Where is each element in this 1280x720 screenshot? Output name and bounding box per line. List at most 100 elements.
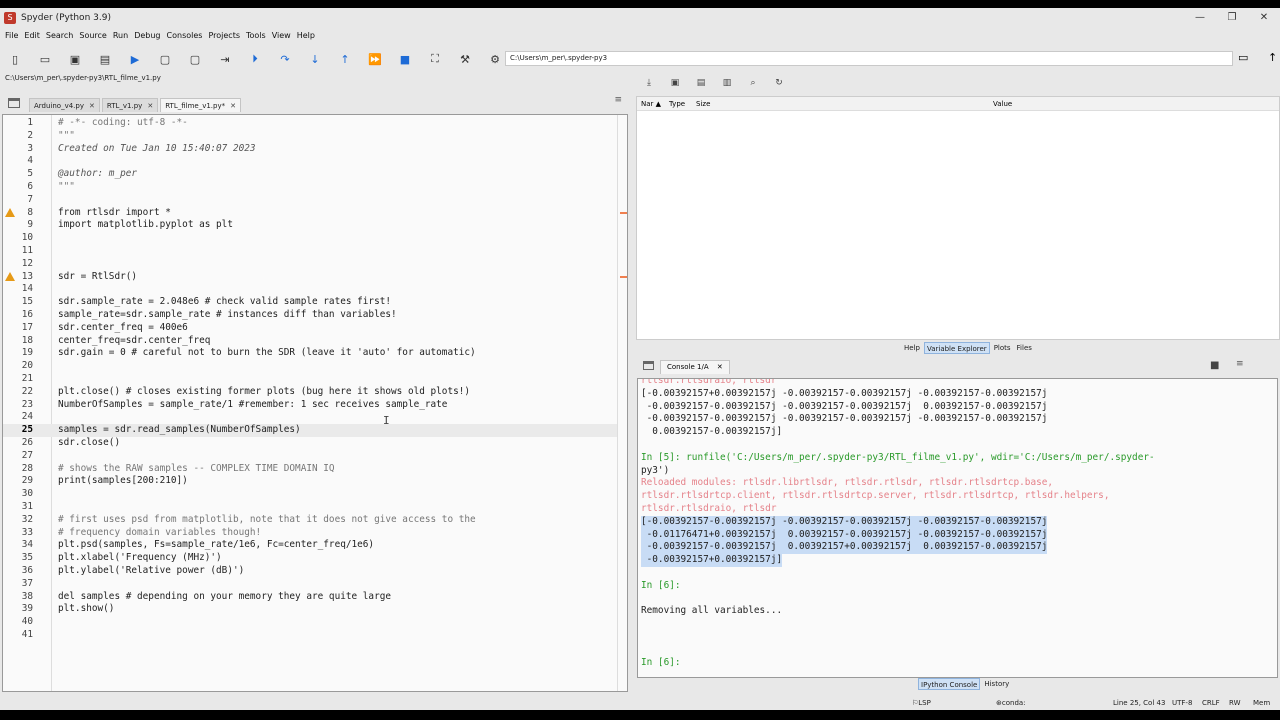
menu-projects[interactable]: Projects	[205, 31, 243, 40]
code-line[interactable]: 16 sample_rate=sdr.sample_rate # instance…	[3, 309, 617, 322]
import-data-icon[interactable]: ⤓	[641, 78, 657, 88]
tab-console-1a[interactable]: Console 1/A ✕	[660, 360, 730, 374]
working-directory-input[interactable]: C:\Users\m_per\.spyder-py3	[505, 51, 1233, 66]
save-data-as-icon[interactable]: ▤	[693, 78, 709, 88]
code-line[interactable]: 12	[3, 258, 617, 271]
code-line[interactable]: 27	[3, 450, 617, 463]
code-editor[interactable]: I 1 # -*- coding: utf-8 -*- 2 """ 3 Created o…	[2, 114, 628, 692]
refresh-icon[interactable]: ↻	[771, 78, 787, 88]
code-line[interactable]: 38 del samples # depending on your memory…	[3, 591, 617, 604]
code-line[interactable]: 4	[3, 155, 617, 168]
warning-scroll-marker[interactable]	[620, 275, 627, 278]
menu-tools[interactable]: Tools	[243, 31, 269, 40]
code-line[interactable]: 14	[3, 283, 617, 296]
tab-rtl-filme-v1[interactable]: RTL_filme_v1.py* ✕	[160, 98, 241, 112]
code-line[interactable]: 32 # first uses psd from matplotlib, note…	[3, 514, 617, 527]
tab-history[interactable]: History	[982, 678, 1011, 690]
run-selection-icon[interactable]: ⇥	[217, 51, 233, 67]
open-file-icon[interactable]: ▭	[37, 51, 53, 67]
tab-ipython-console[interactable]: IPython Console	[918, 678, 981, 690]
variable-table[interactable]: Nar ▲ Type Size Value	[636, 96, 1280, 340]
debug-icon[interactable]: ⏵	[247, 51, 263, 67]
code-line[interactable]: 10	[3, 232, 617, 245]
code-line[interactable]: 29 print(samples[200:210])	[3, 475, 617, 488]
menu-search[interactable]: Search	[43, 31, 76, 40]
column-size[interactable]: Size	[696, 97, 710, 111]
browse-tabs-icon[interactable]	[8, 98, 20, 108]
menu-run[interactable]: Run	[110, 31, 131, 40]
menu-view[interactable]: View	[269, 31, 294, 40]
menu-source[interactable]: Source	[76, 31, 109, 40]
console-output[interactable]: rtlsdr.rtlsdraio, rtlsdr [-0.00392157+0.0…	[637, 378, 1278, 678]
code-line[interactable]: 18 center_freq=sdr.center_freq	[3, 335, 617, 348]
maximize-button[interactable]: ❐	[1216, 8, 1248, 28]
code-line[interactable]: 35 plt.xlabel('Frequency (MHz)')	[3, 552, 617, 565]
code-line[interactable]: 15 sdr.sample_rate = 2.048e6 # check vali…	[3, 296, 617, 309]
step-return-icon[interactable]: ↑	[337, 51, 353, 67]
code-line[interactable]: 17 sdr.center_freq = 400e6	[3, 322, 617, 335]
editor-options-icon[interactable]: ≡	[614, 95, 622, 105]
code-line[interactable]: 11	[3, 245, 617, 258]
browse-folder-icon[interactable]: ▭	[1238, 51, 1248, 64]
code-line[interactable]: 25 samples = sdr.read_samples(NumberOfSam…	[3, 424, 617, 437]
preferences-icon[interactable]: ⚒	[457, 51, 473, 67]
tab-plots[interactable]: Plots	[992, 342, 1013, 354]
code-line[interactable]: 39 plt.show()	[3, 603, 617, 616]
step-into-icon[interactable]: ↓	[307, 51, 323, 67]
menu-consoles[interactable]: Consoles	[164, 31, 206, 40]
code-line[interactable]: 22 plt.close() # closes existing former p…	[3, 386, 617, 399]
code-line[interactable]: 31	[3, 501, 617, 514]
warning-scroll-marker[interactable]	[620, 211, 627, 214]
code-line[interactable]: 24	[3, 411, 617, 424]
column-value[interactable]: Value	[993, 97, 1012, 111]
code-line[interactable]: 26 sdr.close()	[3, 437, 617, 450]
browse-consoles-icon[interactable]	[643, 361, 654, 370]
code-line[interactable]: 6 """	[3, 181, 617, 194]
close-tab-icon[interactable]: ✕	[147, 102, 153, 110]
close-tab-icon[interactable]: ✕	[89, 102, 95, 110]
code-line[interactable]: 9 import matplotlib.pyplot as plt	[3, 219, 617, 232]
tab-rtl-v1[interactable]: RTL_v1.py ✕	[101, 98, 159, 112]
console-options-icon[interactable]: ≡	[1236, 359, 1244, 369]
close-window-button[interactable]: ✕	[1248, 8, 1280, 28]
code-line[interactable]: 40	[3, 616, 617, 629]
run-cell-advance-icon[interactable]: ▢	[187, 51, 203, 67]
close-console-icon[interactable]: ✕	[717, 363, 723, 371]
run-icon[interactable]: ▶	[127, 51, 143, 67]
column-name[interactable]: Nar ▲	[641, 97, 661, 111]
column-type[interactable]: Type	[669, 97, 685, 111]
new-file-icon[interactable]: ▯	[7, 51, 23, 67]
continue-icon[interactable]: ⏩	[367, 51, 383, 67]
code-line[interactable]: 30	[3, 488, 617, 501]
save-icon[interactable]: ▣	[67, 51, 83, 67]
tab-help[interactable]: Help	[902, 342, 922, 354]
code-line[interactable]: 23 NumberOfSamples = sample_rate/1 #remem…	[3, 399, 617, 412]
minimize-button[interactable]: —	[1184, 8, 1216, 28]
tab-files[interactable]: Files	[1015, 342, 1034, 354]
code-line[interactable]: 20	[3, 360, 617, 373]
parent-directory-icon[interactable]: ↑	[1268, 51, 1277, 64]
code-line[interactable]: 8 from rtlsdr import *	[3, 207, 627, 220]
code-line[interactable]: 19 sdr.gain = 0 # careful not to burn the…	[3, 347, 617, 360]
save-data-icon[interactable]: ▣	[667, 78, 683, 88]
code-line[interactable]: 2 """	[3, 130, 617, 143]
menu-file[interactable]: File	[0, 31, 21, 40]
tab-variable-explorer[interactable]: Variable Explorer	[923, 342, 990, 354]
code-line[interactable]: 34 plt.psd(samples, Fs=sample_rate/1e6, F…	[3, 539, 617, 552]
code-line[interactable]: 7	[3, 194, 617, 207]
code-line[interactable]: 33 # frequency domain variables though!	[3, 527, 617, 540]
remove-all-variables-icon[interactable]: ▥	[719, 78, 735, 88]
menu-debug[interactable]: Debug	[131, 31, 163, 40]
code-line[interactable]: 1 # -*- coding: utf-8 -*-	[3, 117, 617, 130]
tab-arduino-v4[interactable]: Arduino_v4.py ✕	[29, 98, 100, 112]
run-cell-icon[interactable]: ▢	[157, 51, 173, 67]
close-tab-icon[interactable]: ✕	[230, 102, 236, 110]
code-line[interactable]: 37	[3, 578, 617, 591]
code-line[interactable]: 13 sdr = RtlSdr()	[3, 271, 627, 284]
code-line[interactable]: 41	[3, 629, 617, 642]
code-line[interactable]: 28 # shows the RAW samples -- COMPLEX TIM…	[3, 463, 617, 476]
menu-help[interactable]: Help	[294, 31, 318, 40]
step-icon[interactable]: ↷	[277, 51, 293, 67]
code-line[interactable]: 3 Created on Tue Jan 10 15:40:07 2023	[3, 143, 617, 156]
code-line[interactable]: 21	[3, 373, 617, 386]
